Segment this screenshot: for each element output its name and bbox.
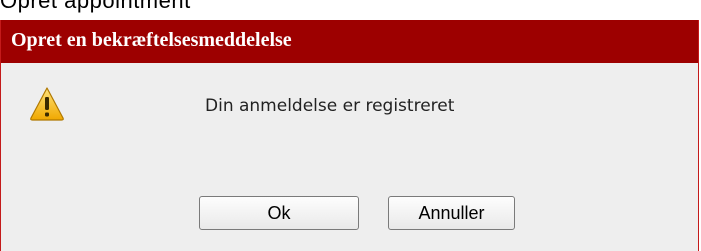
confirmation-dialog: Opret en bekræftelsesmeddelelse Din anme… <box>0 20 699 251</box>
dialog-message: Din anmeldelse er registreret <box>205 96 455 116</box>
background-page-strip: Opret appointment <box>0 0 701 20</box>
background-page-text: Opret appointment <box>0 0 191 13</box>
warning-icon <box>30 87 64 121</box>
cancel-button[interactable]: Annuller <box>388 196 515 230</box>
dialog-title: Opret en bekræftelsesmeddelelse <box>11 29 292 51</box>
ok-button[interactable]: Ok <box>199 196 359 230</box>
dialog-titlebar: Opret en bekræftelsesmeddelelse <box>1 20 698 63</box>
